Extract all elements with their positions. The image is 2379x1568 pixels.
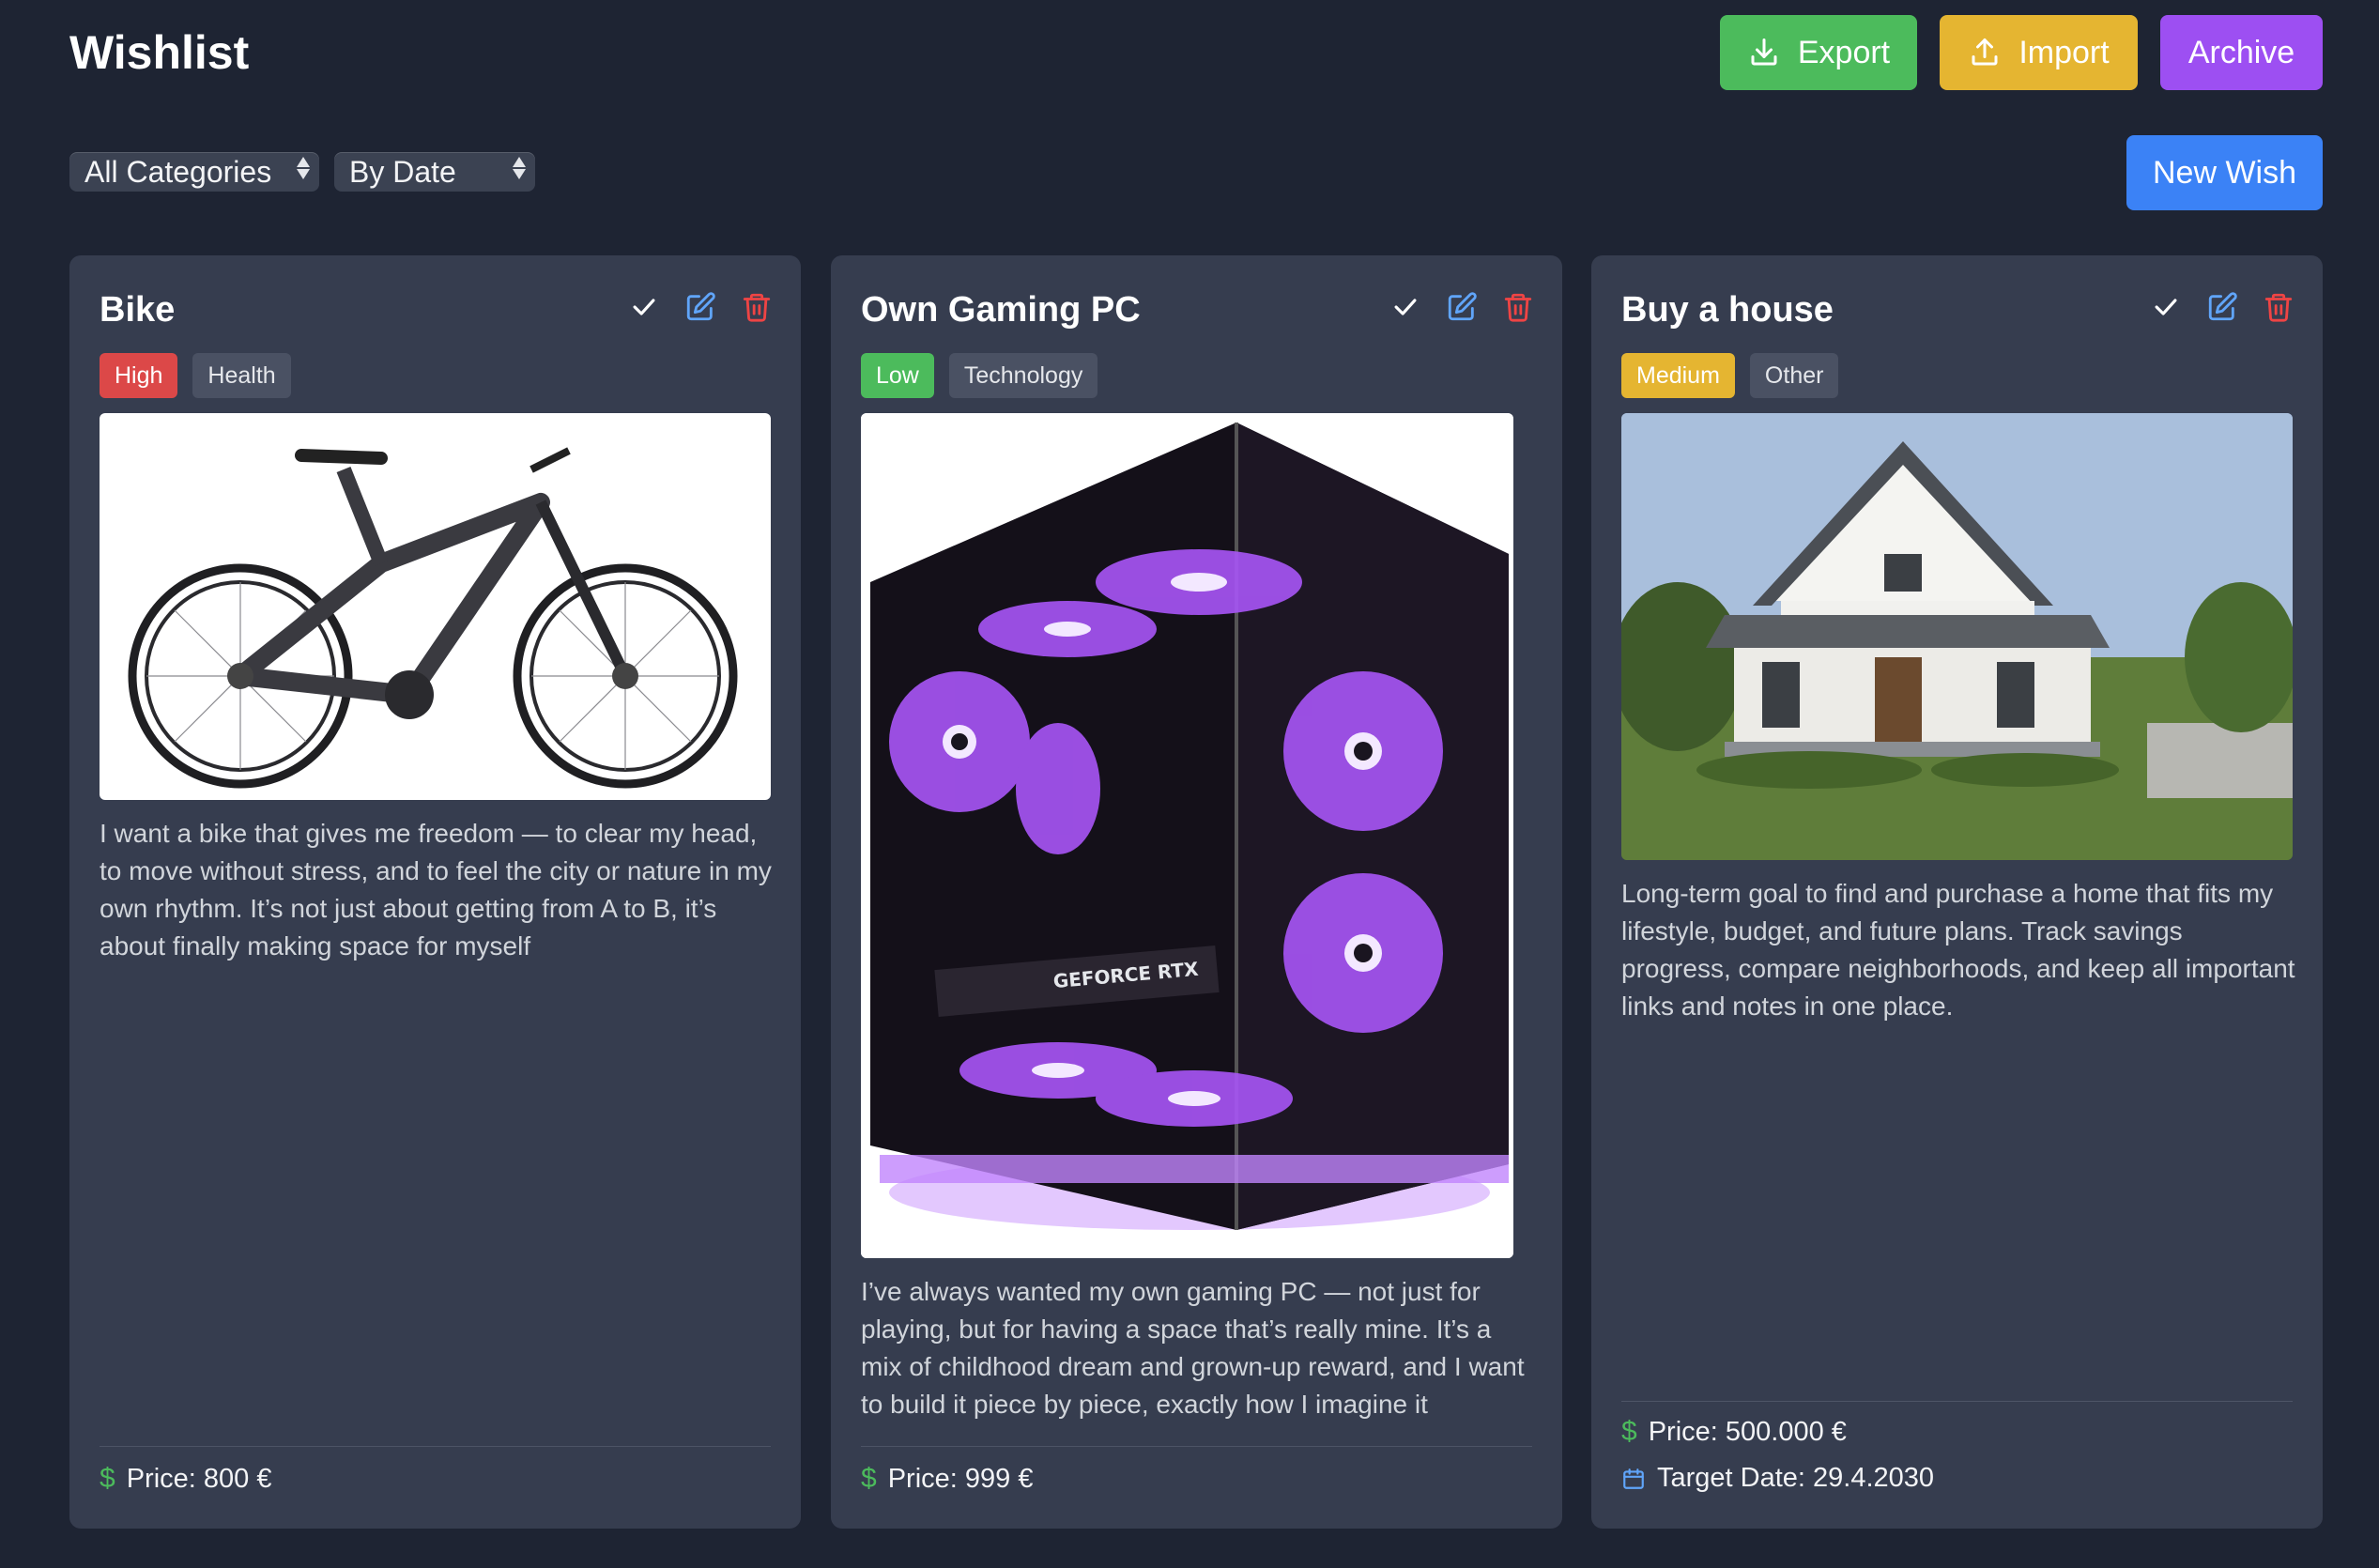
card-divider <box>100 1446 771 1447</box>
card-divider <box>1621 1401 2293 1402</box>
category-select-value: All Categories <box>84 154 272 189</box>
card-actions <box>628 291 773 323</box>
wish-card: Own Gaming PC Low Technology GEFORCE RTX… <box>831 255 1562 1529</box>
card-price: $ Price: 500.000 € <box>1621 1416 1847 1448</box>
wishlist-page: Wishlist Export Import Archive All Categ… <box>0 0 2379 1568</box>
trash-icon <box>2264 293 2293 322</box>
bike-image <box>100 413 771 800</box>
sort-select-value: By Date <box>349 154 456 189</box>
trash-icon <box>743 293 771 322</box>
check-icon <box>1394 299 1417 315</box>
upload-icon <box>1972 38 1998 66</box>
card-tags: Medium Other <box>1621 353 1839 398</box>
select-arrows-icon <box>297 157 310 179</box>
card-title: Buy a house <box>1621 290 1834 330</box>
dollar-icon: $ <box>100 1463 115 1494</box>
edit-button[interactable] <box>684 291 716 323</box>
category-badge: Other <box>1749 353 1839 398</box>
archive-label: Archive <box>2187 34 2295 70</box>
wish-card: Bike High Health I want a bike that give… <box>69 255 801 1529</box>
edit-button[interactable] <box>1446 291 1478 323</box>
card-actions <box>2150 291 2295 323</box>
category-badge: Health <box>192 353 291 398</box>
import-button[interactable]: Import <box>1940 15 2138 90</box>
price-text: Price: 800 € <box>126 1463 272 1494</box>
delete-button[interactable] <box>741 291 773 323</box>
edit-button[interactable] <box>2206 291 2238 323</box>
card-description: Long-term goal to find and purchase a ho… <box>1621 879 2295 1021</box>
edit-icon <box>1448 292 1477 321</box>
priority-badge: High <box>100 353 178 398</box>
check-icon <box>2155 299 2177 315</box>
house-image <box>1621 413 2293 860</box>
card-tags: Low Technology <box>861 353 1098 398</box>
gaming-pc-image: GEFORCE RTX <box>861 413 1513 1258</box>
page-title: Wishlist <box>69 26 250 79</box>
card-actions <box>1389 291 1534 323</box>
select-arrows-icon <box>513 157 526 179</box>
sort-select[interactable]: By Date <box>334 152 535 192</box>
calendar-icon <box>1623 1468 1644 1489</box>
target-date-text: Target Date: 29.4.2030 <box>1657 1463 1935 1493</box>
complete-button[interactable] <box>1389 291 1421 323</box>
card-divider <box>861 1446 1532 1447</box>
delete-button[interactable] <box>1502 291 1534 323</box>
card-price: $ Price: 999 € <box>861 1463 1033 1495</box>
category-select[interactable]: All Categories <box>69 152 319 192</box>
new-wish-button[interactable]: New Wish <box>2126 135 2323 210</box>
card-tags: High Health <box>100 353 291 398</box>
price-text: Price: 999 € <box>887 1463 1034 1494</box>
edit-icon <box>2208 292 2237 321</box>
complete-button[interactable] <box>628 291 660 323</box>
card-target-date: Target Date: 29.4.2030 <box>1621 1463 1934 1494</box>
card-description: I want a bike that gives me freedom — to… <box>100 819 772 961</box>
priority-badge: Medium <box>1621 353 1735 398</box>
card-price: $ Price: 800 € <box>100 1463 271 1495</box>
card-description: I’ve always wanted my own gaming PC — no… <box>861 1277 1525 1419</box>
card-title: Bike <box>100 290 176 330</box>
priority-badge: Low <box>861 353 934 398</box>
new-wish-label: New Wish <box>2152 154 2297 191</box>
export-label: Export <box>1797 34 1891 70</box>
complete-button[interactable] <box>2150 291 2182 323</box>
edit-icon <box>686 292 715 321</box>
delete-button[interactable] <box>2263 291 2295 323</box>
card-title: Own Gaming PC <box>861 290 1141 330</box>
category-badge: Technology <box>948 353 1098 398</box>
wish-card: Buy a house Medium Other Long-term goal … <box>1591 255 2323 1529</box>
archive-button[interactable]: Archive <box>2160 15 2323 90</box>
dollar-icon: $ <box>1621 1416 1637 1447</box>
download-icon <box>1751 38 1777 66</box>
price-text: Price: 500.000 € <box>1648 1416 1847 1447</box>
export-button[interactable]: Export <box>1720 15 1917 90</box>
dollar-icon: $ <box>861 1463 877 1494</box>
trash-icon <box>1504 293 1532 322</box>
check-icon <box>633 299 655 315</box>
import-label: Import <box>2018 34 2110 70</box>
